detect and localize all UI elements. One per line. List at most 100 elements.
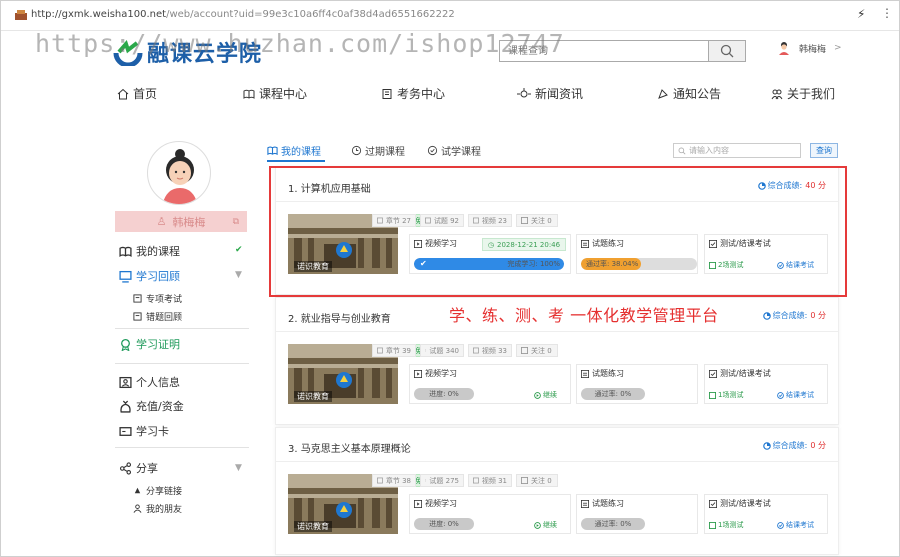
main-nav: 首页 课程中心 考务中心 新闻资讯 通知公告 关于我们 [117, 85, 847, 105]
sidebar-item-special-exam[interactable]: 专项考试 [133, 292, 182, 305]
follow-icon [521, 347, 528, 354]
book-icon [243, 89, 255, 99]
friends-icon [133, 504, 142, 513]
profile-avatar[interactable] [147, 141, 211, 205]
course-stat: 试题 340 [420, 344, 464, 357]
final-exam-button[interactable]: 结课考试 [777, 520, 814, 530]
chevron-down-icon[interactable]: ▼ [235, 270, 242, 280]
course-filter-input[interactable]: 请输入内容 [673, 143, 801, 158]
course-search-button[interactable] [708, 41, 745, 61]
doc-icon [133, 312, 142, 321]
chapter-icon [377, 477, 383, 484]
edit-icon[interactable]: ⧉ [233, 217, 239, 227]
sidebar-item-my-friends[interactable]: 我的朋友 [133, 502, 182, 515]
tab-my-courses[interactable]: 我的课程 [267, 143, 321, 158]
logo-mark-icon [113, 40, 143, 66]
practice-box: 试题练习 通过率: 0% [576, 364, 698, 404]
video-icon [414, 499, 422, 508]
practice-icon [581, 499, 589, 508]
nav-news[interactable]: 新闻资讯 [517, 85, 583, 102]
share-icon [119, 461, 132, 475]
search-icon [678, 147, 686, 154]
profile-name-bar: ♙ 韩梅梅 ⧉ [115, 211, 247, 232]
tab-expired-courses[interactable]: 过期课程 [351, 143, 405, 158]
chapter-icon [377, 347, 383, 354]
user-avatar-icon [779, 42, 789, 55]
sidebar-item-personal-info[interactable]: 个人信息 [119, 374, 180, 390]
tab-trial-courses[interactable]: 试学课程 [427, 143, 481, 158]
nav-exam-center[interactable]: 考务中心 [381, 85, 445, 102]
chevron-right-icon: > [834, 43, 842, 53]
course-filter-button[interactable]: 查询 [810, 143, 838, 158]
thumbnail-caption: 诺识教育 [294, 521, 332, 532]
sidebar-divider [115, 363, 249, 364]
course-score: 综合成绩: 0 分 [762, 440, 826, 451]
practice-progress-bar[interactable]: 通过率: 0% [581, 388, 645, 400]
continue-study-button[interactable]: 继续 [534, 390, 557, 400]
exam-box: 测试/结课考试 1场测试 结课考试 [704, 494, 828, 534]
practice-progress-label: 通过率: 0% [594, 390, 632, 398]
search-icon [720, 44, 734, 58]
practice-icon [581, 369, 589, 378]
sidebar-divider [115, 447, 249, 448]
continue-icon [534, 521, 541, 529]
browser-address-bar[interactable]: http://gxmk.weisha100.net/web/account?ui… [1, 1, 899, 31]
nav-about[interactable]: 关于我们 [771, 85, 835, 102]
pie-icon [762, 311, 771, 320]
url-text[interactable]: http://gxmk.weisha100.net/web/account?ui… [31, 9, 455, 20]
follow-icon [521, 477, 528, 484]
course-score: 综合成绩: 0 分 [762, 310, 826, 321]
sidebar-item-study-review[interactable]: 学习回顾 [119, 268, 180, 284]
sidebar-item-wrong-review[interactable]: 错题回顾 [133, 310, 182, 323]
course-stat: 章节 39 [372, 344, 416, 357]
pie-icon [762, 441, 771, 450]
exam-icon [709, 369, 717, 378]
continue-study-button[interactable]: 继续 [534, 520, 557, 530]
card-divider [276, 331, 838, 332]
course-title[interactable]: 3. 马克思主义基本原理概论 [288, 440, 411, 455]
course-card: 3. 马克思主义基本原理概论 综合成绩:0 分 诺识教育 免费 章节 38 试题… [275, 427, 839, 555]
course-title[interactable]: 2. 就业指导与创业教育 [288, 310, 391, 325]
chevron-down-icon[interactable]: ▼ [235, 463, 242, 473]
sidebar-item-recharge[interactable]: 充值/资金 [119, 398, 184, 414]
final-exam-icon [777, 391, 784, 399]
site-logo[interactable]: 融课云学院 [113, 37, 262, 67]
exam-label: 测试/结课考试 [709, 498, 771, 509]
link-icon [134, 487, 141, 494]
video-icon [473, 347, 479, 354]
certificate-icon [121, 338, 130, 351]
home-icon [117, 88, 129, 99]
final-exam-button[interactable]: 结课考试 [777, 390, 814, 400]
user-menu[interactable]: 韩梅梅 > [777, 41, 842, 55]
practice-progress-bar[interactable]: 通过率: 0% [581, 518, 645, 530]
sidebar-item-study-card[interactable]: 学习卡 [119, 423, 169, 439]
exam-icon [382, 88, 392, 99]
card-icon [119, 426, 132, 436]
sidebar-item-certificate[interactable]: 学习证明 [119, 336, 180, 352]
notice-icon [658, 88, 668, 99]
nav-home[interactable]: 首页 [117, 85, 157, 102]
course-search-input[interactable] [500, 41, 708, 61]
video-icon [414, 369, 422, 378]
nav-course-center[interactable]: 课程中心 [243, 85, 307, 102]
continue-icon [534, 391, 541, 399]
sidebar-item-my-courses[interactable]: 我的课程 [119, 243, 180, 259]
sidebar-item-share-link[interactable]: 分享链接 [133, 484, 182, 497]
exam-count[interactable]: 1场测试 [709, 520, 743, 530]
active-tab-indicator [267, 160, 325, 162]
nav-notices[interactable]: 通知公告 [657, 85, 721, 102]
trial-icon [427, 145, 438, 156]
user-name: 韩梅梅 [799, 44, 827, 55]
sidebar-item-share[interactable]: 分享 [119, 460, 158, 476]
more-menu-icon[interactable]: ⋮ [881, 6, 893, 20]
about-icon [771, 89, 783, 99]
video-study-box: 视频学习 进度: 0% 继续 [409, 364, 571, 404]
video-progress-bar: 进度: 0% [414, 518, 474, 530]
exam-count[interactable]: 1场测试 [709, 390, 743, 400]
course-stat: 试题 275 [420, 474, 464, 487]
pin-icon[interactable]: ⚡ [857, 7, 865, 21]
exam-label: 测试/结课考试 [709, 368, 771, 379]
card-divider [276, 461, 838, 462]
clock-icon [351, 145, 362, 156]
thumbnail-caption: 诺识教育 [294, 391, 332, 402]
